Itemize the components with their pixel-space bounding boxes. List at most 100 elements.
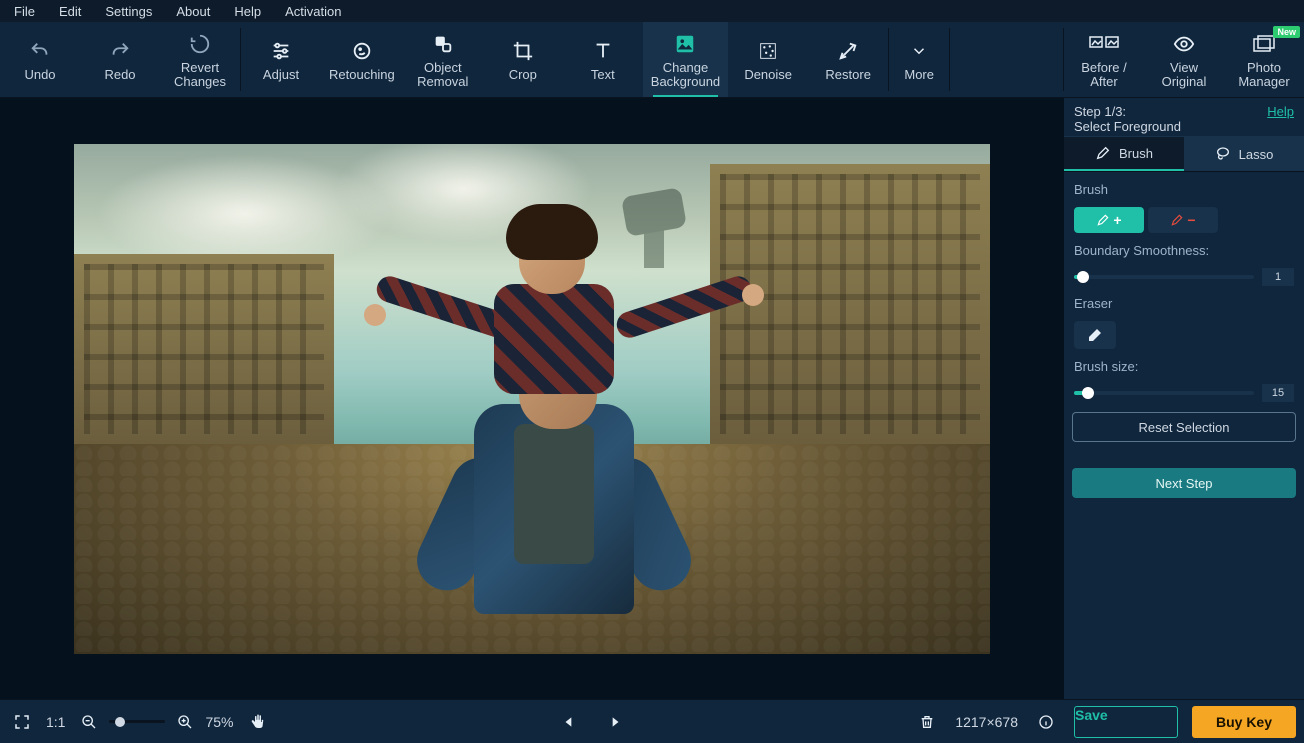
photo-manager-button[interactable]: New Photo Manager xyxy=(1224,22,1304,97)
redo-button[interactable]: Redo xyxy=(80,22,160,97)
tab-brush[interactable]: Brush xyxy=(1064,137,1184,171)
image-dimensions: 1217×678 xyxy=(955,714,1018,730)
undo-icon xyxy=(29,38,51,64)
tab-brush-label: Brush xyxy=(1119,146,1153,161)
crop-label: Crop xyxy=(509,68,537,82)
brush-icon xyxy=(1095,145,1111,161)
brush-size-value: 15 xyxy=(1262,384,1294,402)
prev-image-button[interactable] xyxy=(555,708,583,736)
retouching-label: Retouching xyxy=(329,68,395,82)
before-after-button[interactable]: Before / After xyxy=(1064,22,1144,97)
boundary-label: Boundary Smoothness: xyxy=(1074,243,1294,258)
brush-subtract-button[interactable]: − xyxy=(1148,207,1218,233)
boundary-slider[interactable]: 1 xyxy=(1074,268,1294,286)
menu-bar: File Edit Settings About Help Activation xyxy=(0,0,1304,22)
brush-size-slider[interactable]: 15 xyxy=(1074,384,1294,402)
crop-button[interactable]: Crop xyxy=(483,22,563,97)
main-toolbar: Undo Redo Revert Changes Adjust Retouchi… xyxy=(0,22,1304,98)
menu-settings[interactable]: Settings xyxy=(95,2,162,21)
brush-size-label: Brush size: xyxy=(1074,359,1294,374)
eraser-button[interactable] xyxy=(1074,321,1116,349)
menu-help[interactable]: Help xyxy=(224,2,271,21)
pan-button[interactable] xyxy=(244,708,272,736)
menu-activation[interactable]: Activation xyxy=(275,2,351,21)
menu-file[interactable]: File xyxy=(4,2,45,21)
adjust-icon xyxy=(270,38,292,64)
slider-thumb[interactable] xyxy=(1082,387,1094,399)
undo-button[interactable]: Undo xyxy=(0,22,80,97)
revert-icon xyxy=(189,31,211,57)
step-number: Step 1/3: xyxy=(1074,104,1181,119)
fullscreen-button[interactable] xyxy=(8,708,36,736)
lasso-icon xyxy=(1215,146,1231,162)
change-background-icon xyxy=(674,31,696,57)
eye-icon xyxy=(1173,31,1195,57)
view-original-button[interactable]: View Original xyxy=(1144,22,1224,97)
zoom-controls: 75% xyxy=(75,708,233,736)
next-image-button[interactable] xyxy=(601,708,629,736)
denoise-label: Denoise xyxy=(744,68,792,82)
brush-section-label: Brush xyxy=(1074,182,1294,197)
photo-manager-icon xyxy=(1252,31,1276,57)
more-button[interactable]: More xyxy=(889,22,949,97)
before-after-icon xyxy=(1089,31,1119,57)
more-label: More xyxy=(904,68,934,82)
boundary-value: 1 xyxy=(1262,268,1294,286)
help-link[interactable]: Help xyxy=(1267,104,1294,134)
object-removal-label: Object Removal xyxy=(417,61,468,89)
delete-button[interactable] xyxy=(913,708,941,736)
tab-lasso-label: Lasso xyxy=(1239,147,1274,162)
denoise-button[interactable]: Denoise xyxy=(728,22,808,97)
reset-selection-button[interactable]: Reset Selection xyxy=(1072,412,1296,442)
object-removal-button[interactable]: Object Removal xyxy=(403,22,483,97)
new-badge: New xyxy=(1273,26,1300,38)
zoom-slider[interactable] xyxy=(109,720,165,723)
crop-icon xyxy=(512,38,534,64)
ratio-button[interactable]: 1:1 xyxy=(46,714,65,730)
revert-label: Revert Changes xyxy=(174,61,226,89)
zoom-thumb[interactable] xyxy=(115,717,125,727)
retouching-button[interactable]: Retouching xyxy=(321,22,403,97)
next-step-button[interactable]: Next Step xyxy=(1072,468,1296,498)
canvas-area[interactable] xyxy=(0,98,1064,699)
slider-thumb[interactable] xyxy=(1077,271,1089,283)
status-bar: 1:1 75% 1217×678 Save Buy Key xyxy=(0,699,1304,743)
change-background-label: Change Background xyxy=(651,61,720,89)
text-icon xyxy=(592,38,614,64)
restore-icon xyxy=(837,38,859,64)
menu-edit[interactable]: Edit xyxy=(49,2,91,21)
buy-key-button[interactable]: Buy Key xyxy=(1192,706,1296,738)
menu-about[interactable]: About xyxy=(166,2,220,21)
restore-button[interactable]: Restore xyxy=(808,22,888,97)
photo-manager-label: Photo Manager xyxy=(1238,61,1289,89)
object-removal-icon xyxy=(432,31,454,57)
text-button[interactable]: Text xyxy=(563,22,643,97)
change-background-button[interactable]: Change Background xyxy=(643,22,728,97)
info-button[interactable] xyxy=(1032,708,1060,736)
view-original-label: View Original xyxy=(1162,61,1207,89)
image-preview xyxy=(74,144,990,654)
redo-label: Redo xyxy=(104,68,135,82)
step-info: Step 1/3: Select Foreground xyxy=(1074,104,1181,134)
undo-label: Undo xyxy=(24,68,55,82)
adjust-button[interactable]: Adjust xyxy=(241,22,321,97)
revert-button[interactable]: Revert Changes xyxy=(160,22,240,97)
step-subtitle: Select Foreground xyxy=(1074,119,1181,134)
tool-tabs: Brush Lasso xyxy=(1064,136,1304,172)
chevron-down-icon xyxy=(910,38,928,64)
text-label: Text xyxy=(591,68,615,82)
zoom-out-button[interactable] xyxy=(75,708,103,736)
restore-label: Restore xyxy=(825,68,871,82)
tab-lasso[interactable]: Lasso xyxy=(1184,137,1304,171)
main-area: Step 1/3: Select Foreground Help Brush L… xyxy=(0,98,1304,699)
denoise-icon xyxy=(757,38,779,64)
before-after-label: Before / After xyxy=(1081,61,1127,89)
redo-icon xyxy=(109,38,131,64)
zoom-in-button[interactable] xyxy=(171,708,199,736)
side-panel: Step 1/3: Select Foreground Help Brush L… xyxy=(1064,98,1304,699)
zoom-value: 75% xyxy=(205,714,233,730)
eraser-label: Eraser xyxy=(1074,296,1294,311)
save-button[interactable]: Save xyxy=(1074,706,1178,738)
adjust-label: Adjust xyxy=(263,68,299,82)
brush-add-button[interactable]: + xyxy=(1074,207,1144,233)
